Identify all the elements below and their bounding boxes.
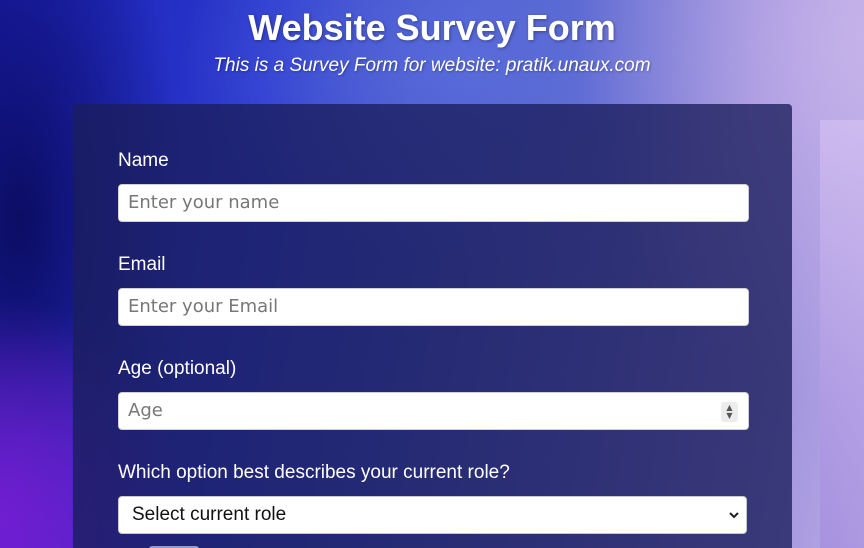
age-placeholder: Age xyxy=(128,400,163,421)
page-subtitle: This is a Survey Form for website: prati… xyxy=(213,55,651,76)
background-streak xyxy=(820,120,864,548)
name-label: Name xyxy=(118,150,169,171)
email-label: Email xyxy=(118,254,166,275)
age-label: Age (optional) xyxy=(118,358,237,379)
chevron-down-icon xyxy=(729,512,739,519)
number-spinner-icon[interactable]: ▲ ▼ xyxy=(721,402,738,422)
role-select-value: Select current role xyxy=(132,504,287,525)
page-header: Website Survey Form This is a Survey For… xyxy=(0,0,864,79)
role-label: Which option best describes your current… xyxy=(118,462,510,483)
name-input[interactable]: Enter your name xyxy=(118,184,749,222)
age-input[interactable]: Age ▲ ▼ xyxy=(118,392,749,430)
survey-form: Name Enter your name Email Enter your Em… xyxy=(73,104,792,548)
page-title: Website Survey Form xyxy=(248,7,616,48)
email-input[interactable]: Enter your Email xyxy=(118,288,749,326)
role-select[interactable]: Select current role xyxy=(118,496,747,534)
spinner-down-icon[interactable]: ▼ xyxy=(726,412,732,420)
background-streak xyxy=(0,330,72,548)
survey-page: { "header": { "title": "Website Survey F… xyxy=(0,0,864,548)
